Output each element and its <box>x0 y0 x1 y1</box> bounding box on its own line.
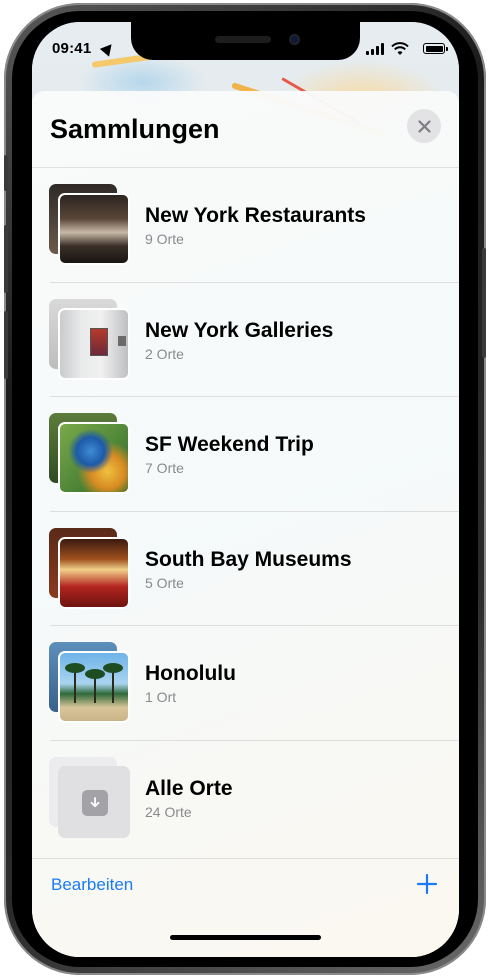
location-arrow-icon <box>99 40 117 57</box>
list-item[interactable]: Alle Orte 24 Orte <box>32 741 459 856</box>
home-indicator[interactable] <box>170 935 321 940</box>
collection-thumbnail <box>49 527 131 610</box>
notch <box>131 22 360 60</box>
sheet-header: Sammlungen <box>32 91 459 169</box>
collection-count: 9 Orte <box>145 231 184 247</box>
collection-thumbnail <box>49 184 131 266</box>
plus-icon[interactable] <box>415 872 439 896</box>
close-icon <box>417 119 431 133</box>
list-item[interactable]: New York Restaurants 9 Orte <box>32 168 459 283</box>
cellular-signal-icon <box>366 43 384 55</box>
wifi-icon <box>391 42 409 55</box>
close-button[interactable] <box>407 109 441 143</box>
screen: 09:41 Sammlungen New York Restaurants 9 … <box>32 22 459 957</box>
divider <box>32 858 459 859</box>
list-item[interactable]: New York Galleries 2 Orte <box>32 283 459 397</box>
collection-title: SF Weekend Trip <box>145 433 314 456</box>
palm-tree <box>65 663 85 703</box>
list-item[interactable]: SF Weekend Trip 7 Orte <box>32 397 459 512</box>
collection-title: New York Galleries <box>145 318 334 342</box>
collection-title: South Bay Museums <box>145 547 352 571</box>
collection-title: Honolulu <box>145 662 236 685</box>
speaker-grille <box>215 36 271 43</box>
collection-count: 24 Orte <box>145 803 192 820</box>
collection-count: 2 Orte <box>145 345 184 362</box>
list-item[interactable]: Honolulu 1 Ort <box>32 626 459 741</box>
edit-button[interactable]: Bearbeiten <box>51 875 133 895</box>
painting <box>118 335 126 346</box>
collection-thumbnail <box>49 756 131 839</box>
status-time: 09:41 <box>52 40 92 57</box>
battery-icon <box>423 43 448 54</box>
download-icon <box>82 789 108 816</box>
all-places-thumbnail <box>58 765 130 838</box>
volume-down-button <box>4 311 8 379</box>
side-button <box>482 248 486 358</box>
collections-sheet: Sammlungen New York Restaurants 9 Orte N… <box>32 91 459 957</box>
gallery-photo <box>58 307 130 380</box>
parrot-photo <box>58 422 130 494</box>
list-item[interactable]: South Bay Museums 5 Orte <box>32 512 459 626</box>
volume-up-button <box>4 225 8 293</box>
theater-photo <box>58 536 130 609</box>
mute-switch <box>4 155 8 191</box>
collection-count: 1 Ort <box>145 689 177 705</box>
collection-thumbnail <box>49 298 131 381</box>
collection-count: 7 Orte <box>145 460 184 476</box>
collections-list: New York Restaurants 9 Orte New York Gal… <box>32 168 459 855</box>
collection-thumbnail <box>49 413 131 495</box>
palm-tree <box>103 663 123 703</box>
collection-count: 5 Orte <box>145 574 184 591</box>
collection-title: Alle Orte <box>145 776 233 800</box>
restaurant-photo <box>58 193 130 265</box>
palm-tree <box>85 669 105 703</box>
collection-thumbnail <box>49 642 131 724</box>
collection-title: New York Restaurants <box>145 204 366 227</box>
painting <box>90 327 108 356</box>
beach-photo <box>58 651 130 723</box>
front-camera <box>289 34 300 45</box>
sheet-title: Sammlungen <box>50 114 220 144</box>
